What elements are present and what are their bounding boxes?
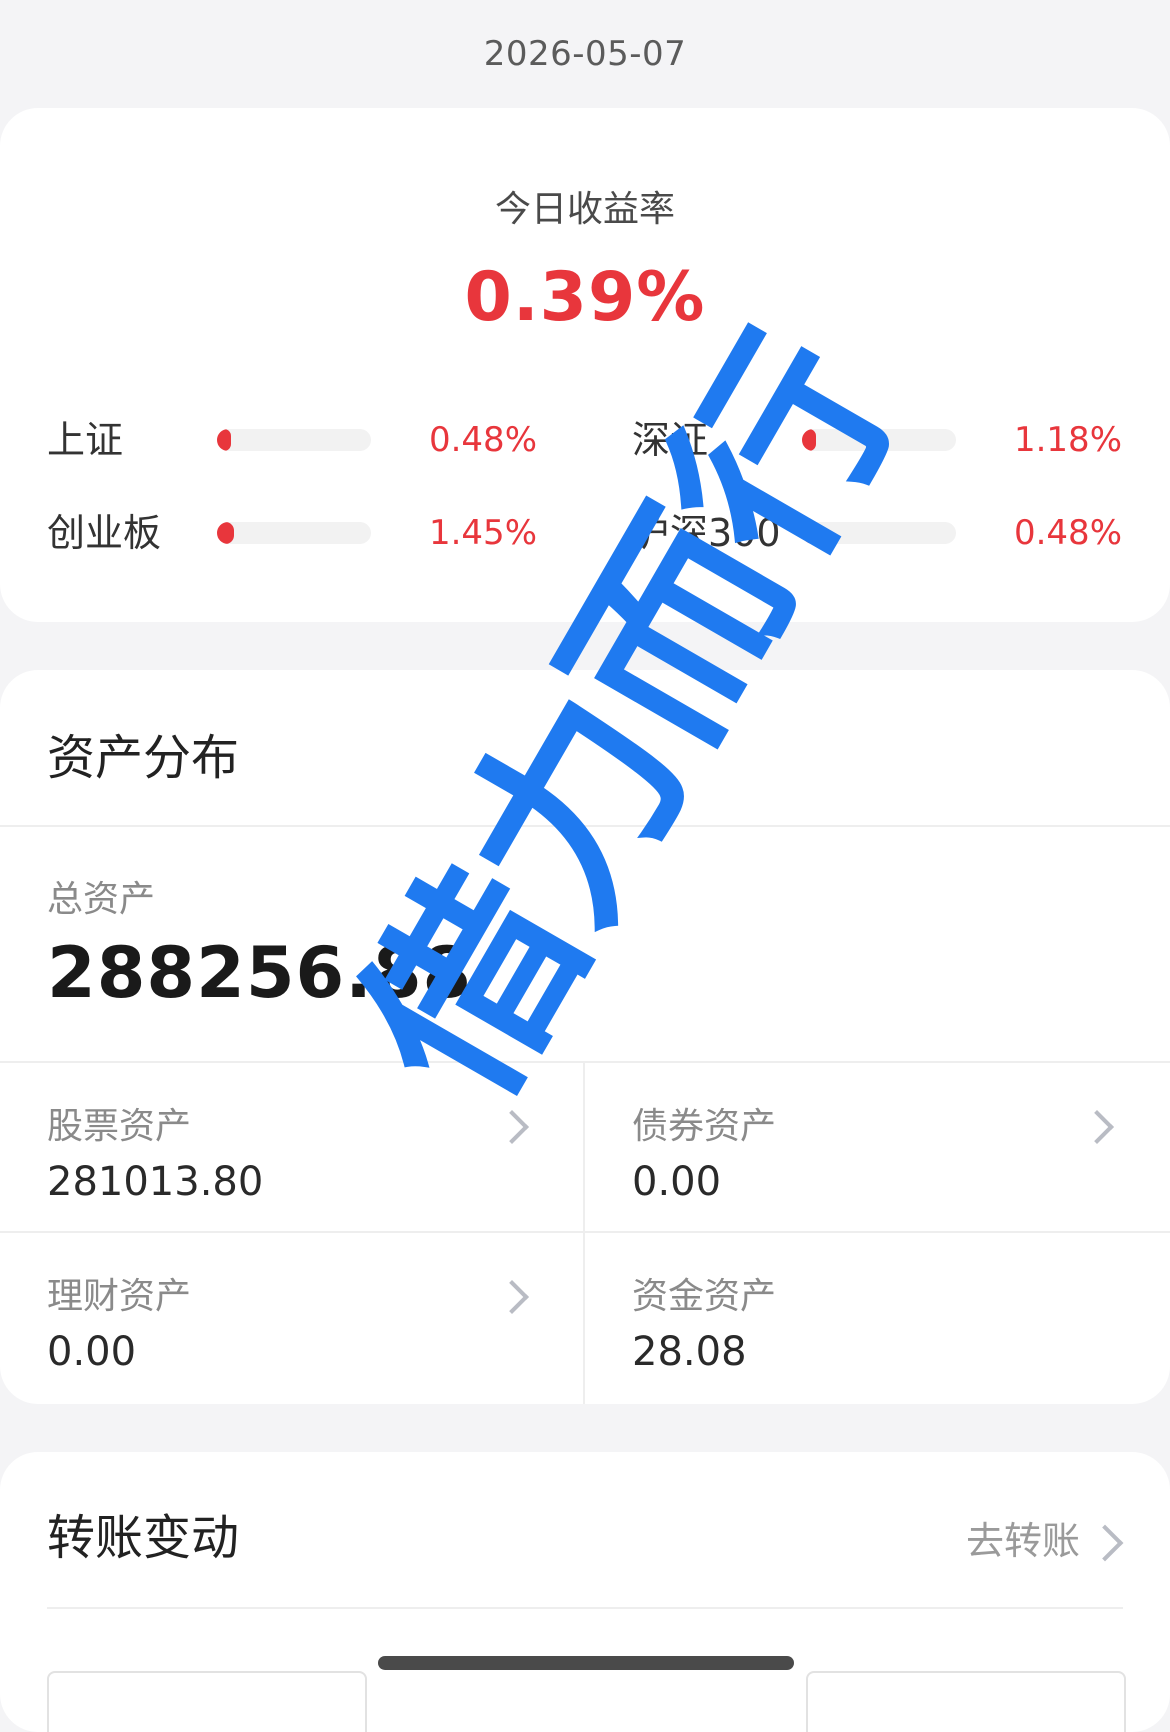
index-name: 沪深300 bbox=[632, 511, 781, 555]
total-assets-value: 288256.88 bbox=[47, 932, 473, 1014]
cash-assets-cell: 资金资产 28.08 bbox=[585, 1233, 1169, 1403]
cell-value: 28.08 bbox=[632, 1329, 747, 1375]
date-label: 2026-05-07 bbox=[483, 34, 687, 74]
go-transfer-link[interactable]: 去转账 bbox=[966, 1510, 1080, 1565]
chevron-right-icon bbox=[495, 1110, 529, 1144]
today-return-card: 今日收益率 0.39% 上证 0.48% 深证 1.18% 创业板 1.45% … bbox=[0, 108, 1170, 622]
today-return-label: 今日收益率 bbox=[494, 189, 675, 230]
wealth-assets-cell[interactable]: 理财资产 0.00 bbox=[0, 1233, 584, 1403]
asset-distribution-card: 资产分布 总资产 288256.88 股票资产 281013.80 债券资产 0… bbox=[0, 670, 1170, 1404]
index-percent: 1.45% bbox=[428, 513, 537, 553]
index-name: 创业板 bbox=[47, 511, 162, 555]
index-bar-fill bbox=[217, 429, 231, 451]
cell-value: 0.00 bbox=[47, 1329, 137, 1375]
home-indicator[interactable] bbox=[378, 1656, 794, 1670]
chevron-right-icon bbox=[495, 1280, 529, 1314]
cell-value: 281013.80 bbox=[47, 1159, 264, 1205]
index-bar-track bbox=[217, 522, 371, 544]
index-bar-track bbox=[802, 429, 956, 451]
index-name: 上证 bbox=[47, 418, 124, 462]
index-bar-fill bbox=[217, 522, 234, 544]
stock-assets-cell[interactable]: 股票资产 281013.80 bbox=[0, 1063, 584, 1233]
transfer-tab-right[interactable] bbox=[806, 1671, 1126, 1732]
chevron-right-icon[interactable] bbox=[1086, 1524, 1124, 1562]
asset-distribution-title: 资产分布 bbox=[47, 730, 240, 786]
index-name: 深证 bbox=[632, 418, 709, 462]
cell-label: 债券资产 bbox=[632, 1106, 777, 1147]
index-item-chinext[interactable]: 创业板 1.45% bbox=[47, 503, 537, 563]
transfer-changes-card: 转账变动 去转账 bbox=[0, 1452, 1170, 1732]
index-percent: 0.48% bbox=[1013, 513, 1122, 553]
index-bar-fill bbox=[802, 429, 816, 451]
divider bbox=[47, 1607, 1123, 1609]
cell-label: 资金资产 bbox=[632, 1276, 777, 1317]
index-bar-fill bbox=[802, 522, 816, 544]
today-return-value: 0.39% bbox=[464, 258, 706, 337]
transfer-tab-left[interactable] bbox=[47, 1671, 367, 1732]
index-bar-track bbox=[802, 522, 956, 544]
index-bar-track bbox=[217, 429, 371, 451]
cell-label: 理财资产 bbox=[47, 1276, 192, 1317]
index-item-csi300[interactable]: 沪深300 0.48% bbox=[632, 503, 1122, 563]
chevron-right-icon bbox=[1080, 1110, 1114, 1144]
transfer-changes-title: 转账变动 bbox=[47, 1510, 240, 1566]
index-item-shanghai[interactable]: 上证 0.48% bbox=[47, 410, 537, 470]
index-percent: 1.18% bbox=[1013, 420, 1122, 460]
cell-label: 股票资产 bbox=[47, 1106, 192, 1147]
index-item-shenzhen[interactable]: 深证 1.18% bbox=[632, 410, 1122, 470]
cell-value: 0.00 bbox=[632, 1159, 722, 1205]
bond-assets-cell[interactable]: 债券资产 0.00 bbox=[585, 1063, 1169, 1233]
index-percent: 0.48% bbox=[428, 420, 537, 460]
divider bbox=[0, 825, 1170, 827]
total-assets-label: 总资产 bbox=[47, 879, 156, 920]
